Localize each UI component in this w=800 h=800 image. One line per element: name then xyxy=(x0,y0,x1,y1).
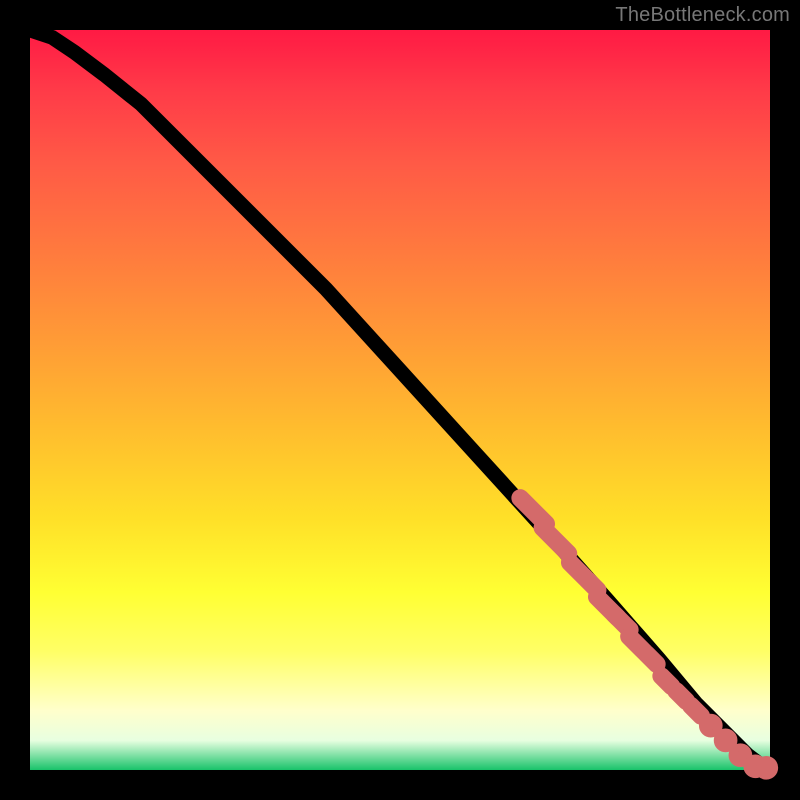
data-marker-dot xyxy=(758,760,774,776)
watermark-text: TheBottleneck.com xyxy=(615,4,790,27)
data-marker-pill xyxy=(614,614,630,630)
data-marker-pill xyxy=(646,654,656,664)
data-marker-dot xyxy=(717,732,733,748)
data-marker-pill xyxy=(691,706,701,716)
chart-overlay xyxy=(30,30,770,770)
data-marker-dot xyxy=(703,717,719,733)
chart-frame: TheBottleneck.com xyxy=(0,0,800,800)
data-marker-pill xyxy=(542,528,568,554)
